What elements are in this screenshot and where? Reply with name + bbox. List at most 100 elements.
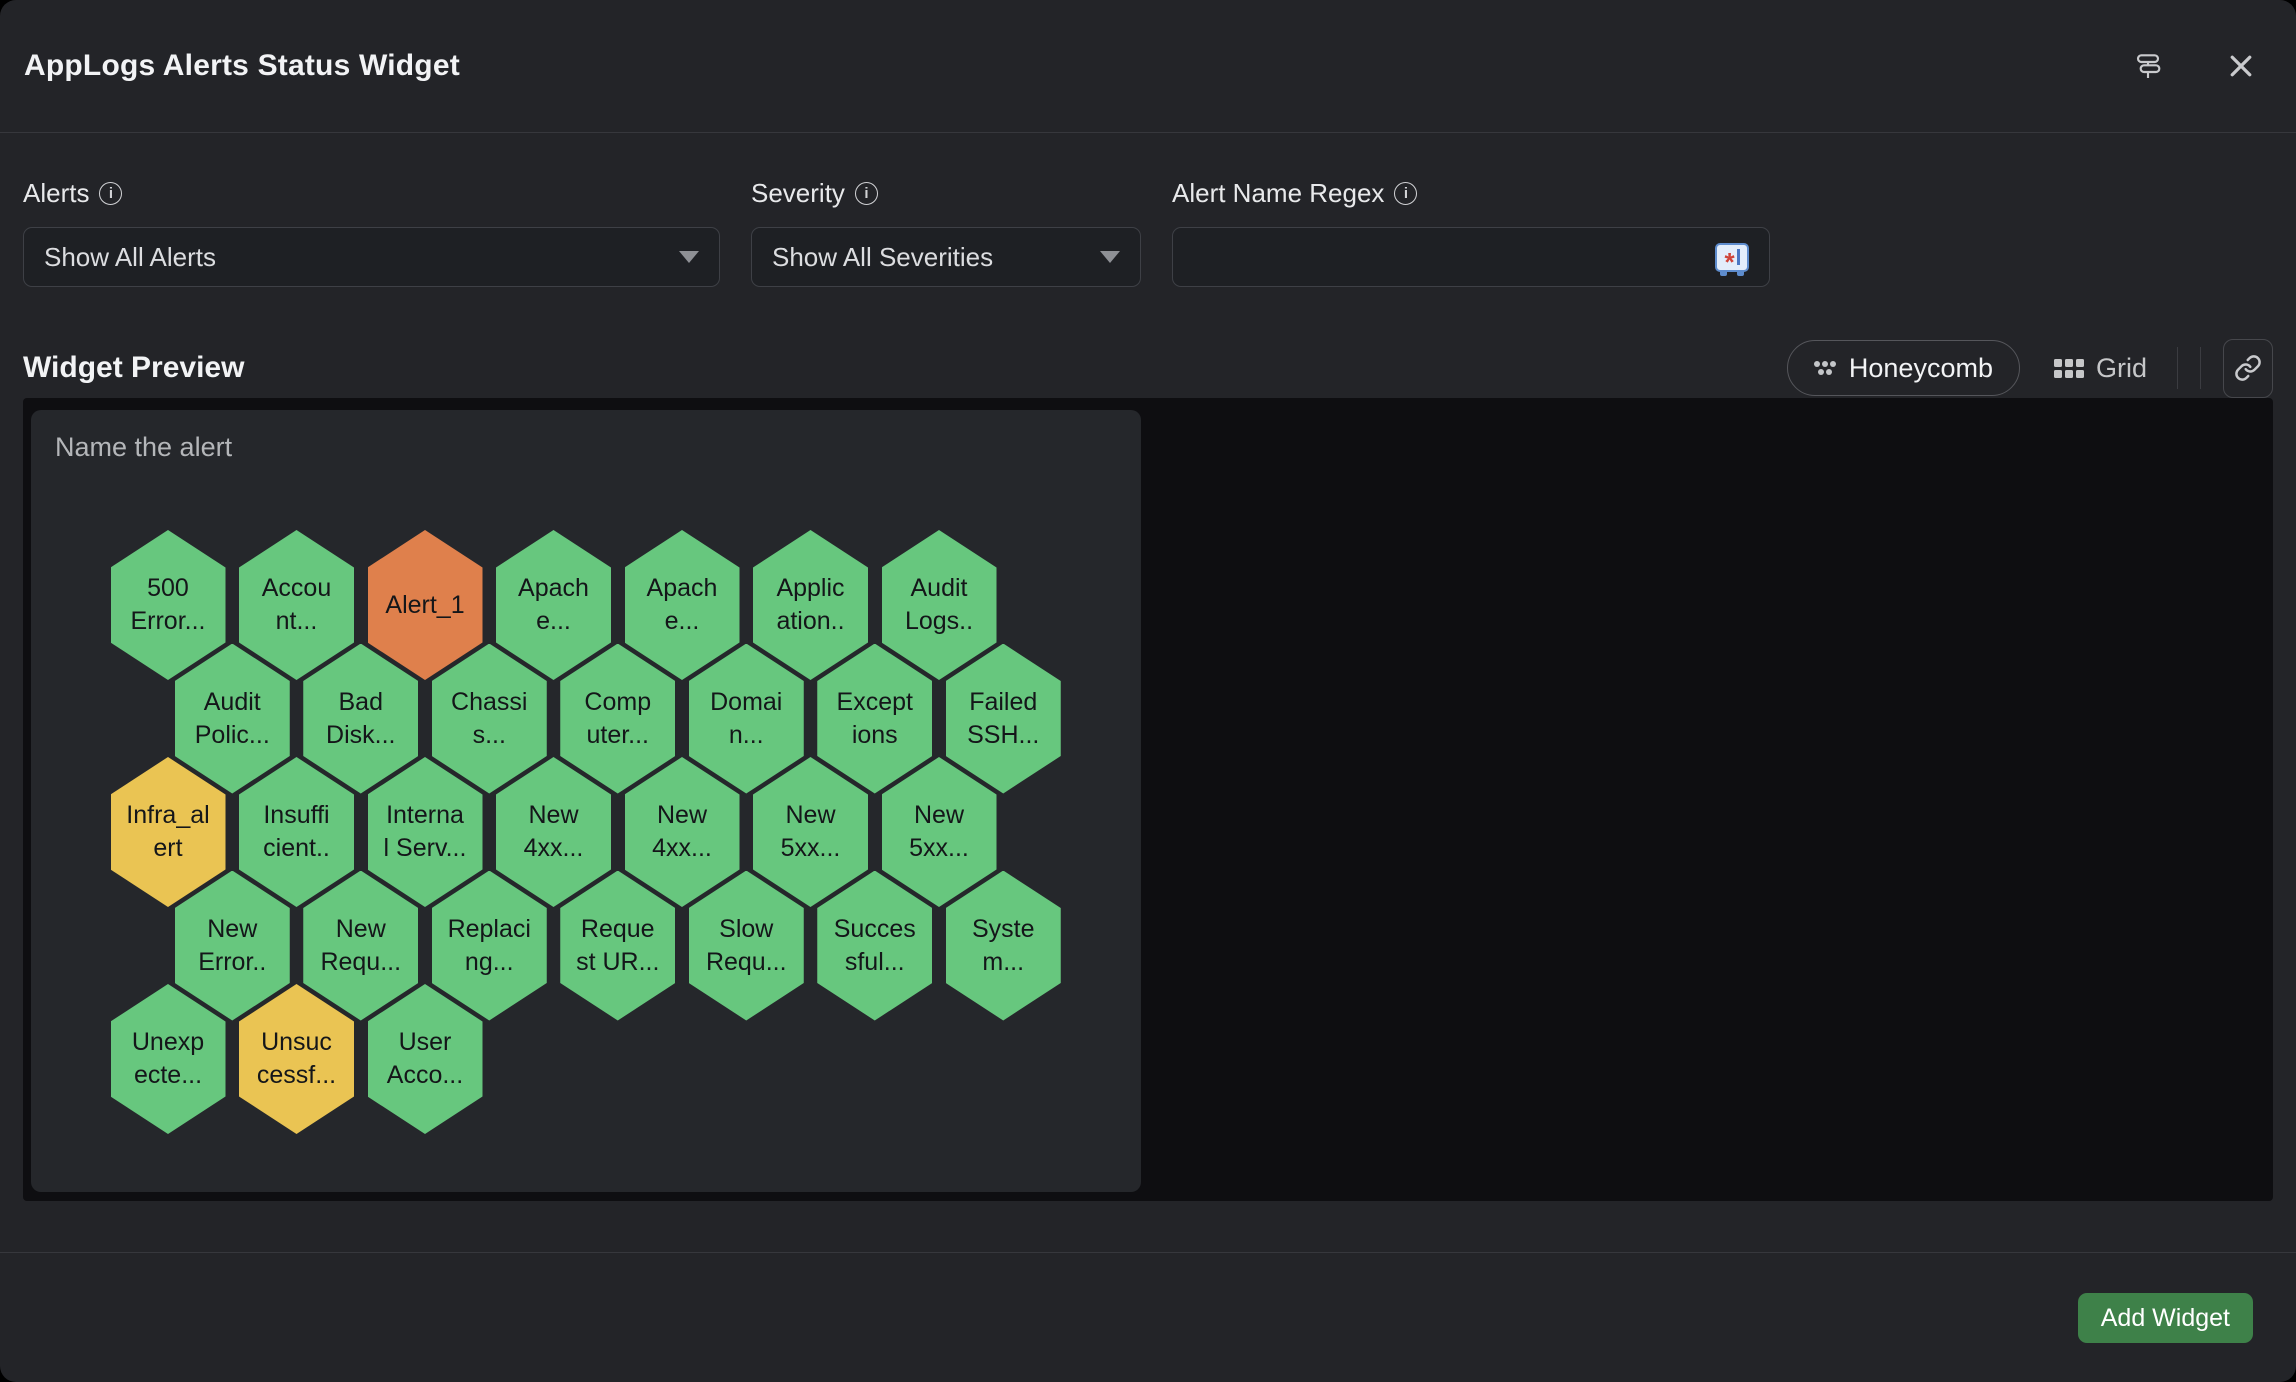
- alert-hex-cell[interactable]: Accou nt...: [239, 530, 354, 680]
- regex-input[interactable]: *: [1172, 227, 1770, 287]
- alert-hex-cell[interactable]: Syste m...: [946, 871, 1061, 1021]
- link-icon: [2234, 354, 2262, 382]
- alert-hex-label: Infra_al ert: [126, 799, 209, 865]
- alert-hex-cell[interactable]: New 5xx...: [882, 757, 997, 907]
- alert-hex-label: Except ions: [837, 686, 913, 752]
- close-icon: [2226, 51, 2256, 81]
- signpost-button[interactable]: [2128, 46, 2168, 86]
- alert-hex-cell[interactable]: Succes sful...: [817, 871, 932, 1021]
- regex-label-text: Alert Name Regex: [1172, 178, 1384, 209]
- chevron-down-icon: [1100, 251, 1120, 263]
- regex-field-group: Alert Name Regex i *: [1172, 178, 1770, 287]
- alerts-label-text: Alerts: [23, 178, 89, 209]
- severity-field-group: Severity i Show All Severities: [751, 178, 1141, 287]
- widget-preview-card: Name the alert 500 Error...Accou nt...Al…: [31, 410, 1141, 1192]
- alert-hex-label: Unexp ecte...: [132, 1026, 204, 1092]
- alert-hex-cell[interactable]: Insuffi cient..: [239, 757, 354, 907]
- alert-hex-cell[interactable]: Audit Polic...: [175, 644, 290, 794]
- severity-select-value: Show All Severities: [772, 242, 993, 273]
- alert-hex-label: New Error..: [198, 913, 266, 979]
- severity-label: Severity i: [751, 178, 1141, 209]
- alert-hex-label: Comp uter...: [584, 686, 651, 752]
- alert-hex-cell[interactable]: New 4xx...: [625, 757, 740, 907]
- alert-hex-label: New 5xx...: [781, 799, 841, 865]
- footer-divider: [0, 1252, 2296, 1253]
- header-actions: [2128, 46, 2260, 86]
- honeycomb-field: 500 Error... Accou nt... Alert_1 Apach e...…: [31, 410, 1141, 1192]
- alert-hex-label: Insuffi cient..: [263, 799, 330, 865]
- alert-hex-label: User Acco...: [387, 1026, 463, 1092]
- alert-hex-label: New 4xx...: [652, 799, 712, 865]
- copy-link-button[interactable]: [2223, 339, 2273, 398]
- grid-icon: [2054, 359, 2084, 378]
- close-button[interactable]: [2222, 47, 2260, 85]
- alerts-label: Alerts i: [23, 178, 720, 209]
- honeycomb-view-label: Honeycomb: [1849, 353, 1993, 384]
- divider: [2200, 347, 2201, 389]
- grid-view-label: Grid: [2096, 353, 2147, 384]
- alert-hex-label: Failed SSH...: [967, 686, 1039, 752]
- chevron-down-icon: [679, 251, 699, 263]
- alert-hex-cell[interactable]: User Acco...: [368, 984, 483, 1134]
- widget-filter-form: Alerts i Show All Alerts Severity i Show…: [23, 178, 1770, 287]
- dialog-title: AppLogs Alerts Status Widget: [24, 49, 460, 83]
- alert-hex-label: New Requ...: [320, 913, 401, 979]
- alert-hex-label: Apach e...: [518, 572, 589, 638]
- alert-hex-label: Audit Polic...: [195, 686, 270, 752]
- divider: [2177, 347, 2178, 389]
- widget-preview-area: Name the alert 500 Error...Accou nt...Al…: [23, 398, 2273, 1201]
- regex-info-icon[interactable]: i: [1394, 182, 1417, 205]
- alert-hex-cell[interactable]: Replaci ng...: [432, 871, 547, 1021]
- regex-label: Alert Name Regex i: [1172, 178, 1770, 209]
- alerts-field-group: Alerts i Show All Alerts: [23, 178, 720, 287]
- alert-hex-cell[interactable]: Unexp ecte...: [111, 984, 226, 1134]
- alert-hex-cell[interactable]: Chassi s...: [432, 644, 547, 794]
- severity-select[interactable]: Show All Severities: [751, 227, 1141, 287]
- regex-icon: *: [1715, 243, 1749, 272]
- preview-title: Widget Preview: [23, 351, 244, 385]
- alerts-select-value: Show All Alerts: [44, 242, 216, 273]
- honeycomb-view-button[interactable]: Honeycomb: [1787, 340, 2020, 396]
- alert-hex-label: 500 Error...: [130, 572, 205, 638]
- alert-hex-cell[interactable]: Audit Logs..: [882, 530, 997, 680]
- alert-hex-cell[interactable]: Failed SSH...: [946, 644, 1061, 794]
- alert-hex-cell[interactable]: 500 Error...: [111, 530, 226, 680]
- alert-hex-cell[interactable]: Interna l Serv...: [368, 757, 483, 907]
- signpost-icon: [2132, 50, 2164, 82]
- alert-hex-cell[interactable]: New 4xx...: [496, 757, 611, 907]
- add-widget-button[interactable]: Add Widget: [2078, 1293, 2253, 1343]
- alert-hex-label: Syste m...: [972, 913, 1035, 979]
- alert-hex-label: Applic ation..: [776, 572, 844, 638]
- alerts-info-icon[interactable]: i: [99, 182, 122, 205]
- view-controls: Honeycomb Grid: [1787, 339, 2273, 398]
- alert-hex-cell[interactable]: Apach e...: [625, 530, 740, 680]
- alert-hex-cell[interactable]: Bad Disk...: [303, 644, 418, 794]
- alert-hex-label: Replaci ng...: [448, 913, 531, 979]
- preview-header: Widget Preview Honeycomb Grid: [23, 338, 2273, 398]
- alert-hex-cell[interactable]: Reque st UR...: [560, 871, 675, 1021]
- alert-hex-label: Unsuc cessf...: [257, 1026, 336, 1092]
- alert-hex-cell[interactable]: Except ions: [817, 644, 932, 794]
- alert-hex-cell[interactable]: New Error..: [175, 871, 290, 1021]
- alert-hex-cell[interactable]: Apach e...: [496, 530, 611, 680]
- alert-hex-cell[interactable]: Alert_1: [368, 530, 483, 680]
- alert-hex-cell[interactable]: New 5xx...: [753, 757, 868, 907]
- alert-hex-cell[interactable]: New Requ...: [303, 871, 418, 1021]
- alerts-select[interactable]: Show All Alerts: [23, 227, 720, 287]
- alert-hex-cell[interactable]: Applic ation..: [753, 530, 868, 680]
- alert-hex-label: Interna l Serv...: [384, 799, 467, 865]
- alert-hex-label: Alert_1: [385, 589, 464, 622]
- alert-hex-cell[interactable]: Domai n...: [689, 644, 804, 794]
- alert-hex-cell[interactable]: Unsuc cessf...: [239, 984, 354, 1134]
- alert-hex-cell[interactable]: Comp uter...: [560, 644, 675, 794]
- alert-hex-label: Apach e...: [647, 572, 718, 638]
- severity-label-text: Severity: [751, 178, 845, 209]
- alert-hex-label: Accou nt...: [262, 572, 331, 638]
- alert-hex-cell[interactable]: Slow Requ...: [689, 871, 804, 1021]
- alert-hex-label: New 4xx...: [524, 799, 584, 865]
- alert-hex-label: Slow Requ...: [706, 913, 787, 979]
- grid-view-button[interactable]: Grid: [2054, 353, 2147, 384]
- alert-hex-cell[interactable]: Infra_al ert: [111, 757, 226, 907]
- alert-hex-label: Bad Disk...: [326, 686, 395, 752]
- severity-info-icon[interactable]: i: [855, 182, 878, 205]
